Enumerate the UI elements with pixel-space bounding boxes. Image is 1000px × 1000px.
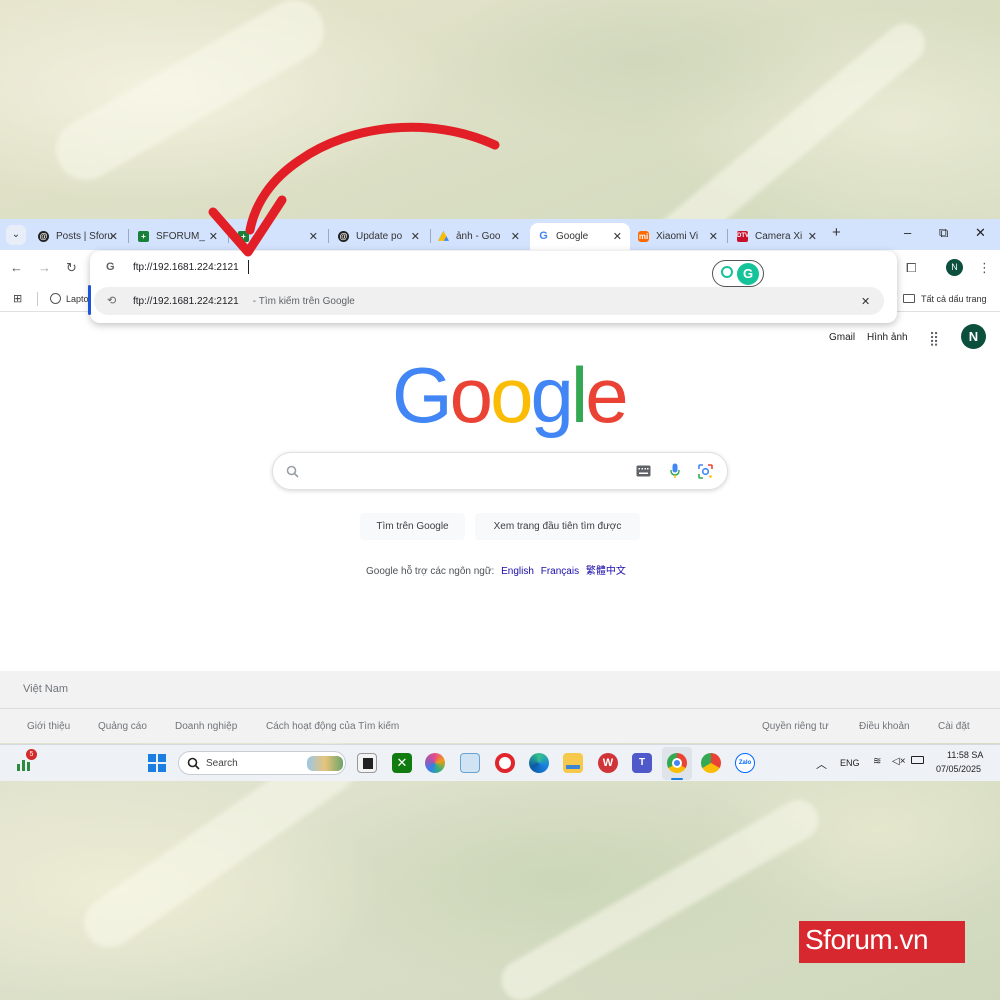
red-annotation-arrow <box>208 122 500 257</box>
sforum-watermark: Sforum.vn <box>799 921 965 963</box>
watermark-text: Sforum.vn <box>805 924 929 955</box>
